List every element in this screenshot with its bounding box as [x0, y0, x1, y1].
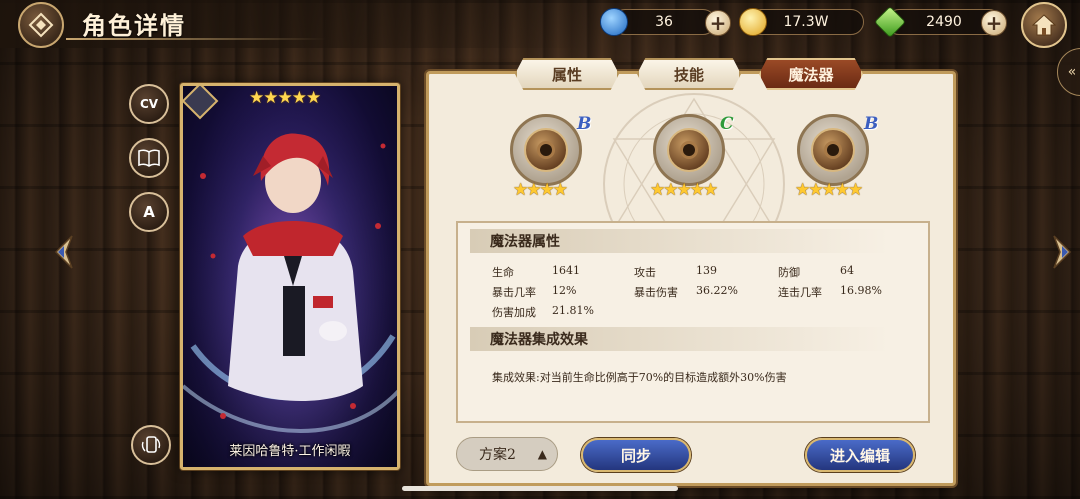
back-button[interactable]	[18, 2, 64, 48]
page-title: 角色详情	[82, 11, 186, 40]
stat-value: 139	[696, 264, 717, 277]
next-character-arrow-icon[interactable]	[1046, 232, 1076, 272]
card-rarity-stars: ★★★★★	[249, 88, 321, 108]
character-name: 莱因哈鲁特·工作闲暇	[229, 444, 351, 459]
device-1-grade: B	[577, 114, 592, 134]
rotate-phone-icon	[141, 436, 161, 453]
attributes-title: 魔法器属性	[470, 229, 890, 253]
stat-label: 暴击伤害	[634, 286, 678, 299]
magic-orb-icon	[524, 128, 568, 172]
enter-edit-label: 进入编辑	[829, 446, 890, 465]
magic-device-slot-3[interactable]	[797, 114, 869, 186]
effect-description: 集成效果:对当前生命比例高于70%的目标造成额外30%伤害	[492, 371, 787, 384]
gold-coin-icon	[739, 8, 767, 36]
device-1-stars: ★★★★	[513, 180, 568, 200]
gem-add-button[interactable]: +	[705, 10, 731, 36]
magic-orb-icon	[811, 128, 855, 172]
stat-value: 64	[840, 264, 854, 277]
stat-label: 伤害加成	[492, 306, 536, 319]
device-2-stars: ★★★★★	[650, 180, 718, 200]
stat-value: 36.22%	[696, 284, 738, 297]
story-button[interactable]	[129, 138, 169, 178]
rotate-card-button[interactable]	[131, 425, 171, 465]
cv-icon: CV	[139, 97, 159, 111]
gem-icon	[600, 8, 628, 36]
plus-icon: +	[709, 11, 727, 35]
device-3-stars: ★★★★★	[795, 180, 863, 200]
plus-icon: +	[985, 11, 1003, 35]
tab-skills[interactable]: 技能	[637, 58, 741, 90]
double-chevron-left-icon: «	[1067, 64, 1077, 80]
device-3-grade: B	[864, 114, 879, 134]
device-2-grade: C	[720, 114, 734, 134]
tab-attributes[interactable]: 属性	[515, 58, 619, 90]
home-button[interactable]	[1021, 2, 1067, 48]
caret-up-icon: ▲	[537, 447, 547, 461]
enter-edit-button[interactable]: 进入编辑	[805, 438, 915, 472]
character-portrait	[183, 86, 397, 467]
book-icon	[138, 149, 160, 167]
home-icon	[1032, 14, 1056, 36]
magic-orb-icon	[667, 128, 711, 172]
translate-button[interactable]: A	[129, 192, 169, 232]
crystal-value: 2490	[926, 14, 962, 30]
stat-label: 连击几率	[778, 286, 822, 299]
stat-value: 21.81%	[552, 304, 594, 317]
stats-box: 魔法器属性 生命 1641 攻击 139 防御 64 暴击几率 12% 暴击伤害…	[456, 221, 930, 423]
stat-label: 防御	[778, 266, 800, 279]
tab-attributes-label: 属性	[551, 65, 582, 84]
cv-button[interactable]: CV	[129, 84, 169, 124]
tab-magic-device[interactable]: 魔法器	[759, 58, 863, 90]
magic-device-slot-2[interactable]	[653, 114, 725, 186]
magic-device-slot-1[interactable]	[510, 114, 582, 186]
stat-label: 暴击几率	[492, 286, 536, 299]
stat-value: 1641	[552, 264, 580, 277]
magic-device-panel: 属性 技能 魔法器 B ★★★★ C ★★★★★ B ★★★★★ 魔法器属性 生…	[426, 58, 956, 486]
translate-icon: A	[143, 203, 155, 221]
tab-magic-device-label: 魔法器	[788, 65, 834, 84]
sync-label: 同步	[620, 446, 651, 465]
effect-title: 魔法器集成效果	[470, 327, 890, 351]
stat-label: 生命	[492, 266, 514, 279]
crystal-add-button[interactable]: +	[981, 10, 1007, 36]
back-diamond-icon	[28, 12, 54, 38]
plan-dropdown[interactable]: 方案2 ▲	[456, 437, 558, 471]
home-indicator[interactable]	[402, 486, 678, 491]
gem-value: 36	[655, 14, 673, 30]
stat-value: 16.98%	[840, 284, 882, 297]
title-underline	[66, 38, 326, 40]
stat-label: 攻击	[634, 266, 656, 279]
stat-value: 12%	[552, 284, 577, 297]
tab-skills-label: 技能	[673, 65, 704, 84]
previous-character-arrow-icon[interactable]	[50, 232, 80, 272]
plan-label: 方案2	[479, 447, 516, 463]
gold-value: 17.3W	[783, 14, 829, 30]
character-card[interactable]: ★★★★★ 莱因哈鲁特·工作闲暇	[180, 83, 400, 470]
sync-button[interactable]: 同步	[581, 438, 691, 472]
